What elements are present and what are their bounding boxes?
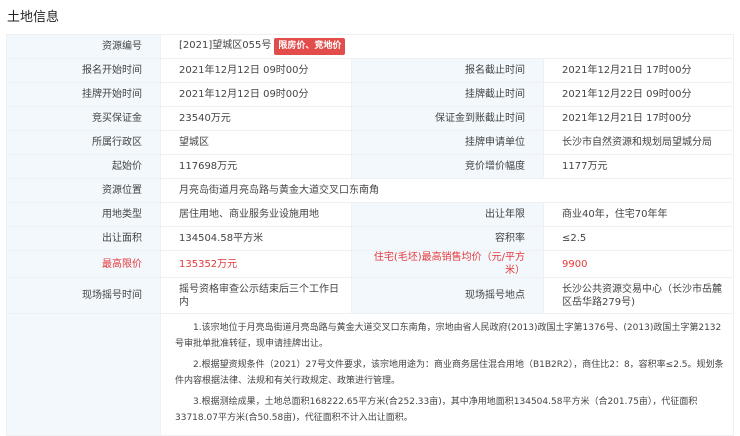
field-label: 出让年限 (351, 202, 544, 227)
field-value: 23540万元 (160, 106, 352, 131)
field-label: 容积率 (351, 226, 544, 251)
table-row: 竞买保证金 23540万元 保证金到账截止时间 2021年12月21日 17时00分 (6, 106, 734, 131)
status-badge: 限房价、竞地价 (274, 38, 346, 55)
table-row: 最高限价 135352万元 住宅(毛坯)最高销售均价（元/平方米） 9900 (6, 250, 734, 278)
field-label: 资源编号 (6, 34, 161, 59)
field-label: 资源位置 (6, 178, 161, 203)
field-value: 望城区 (160, 130, 352, 155)
field-label: 竞买保证金 (6, 106, 161, 131)
note-paragraph: 2.根据望资规条件（2021）27号文件要求，该宗地用途为：商业商务居住混合用地… (175, 360, 724, 386)
field-label: 挂牌截止时间 (351, 82, 544, 107)
field-value: 长沙市自然资源和规划局望城分局 (543, 130, 734, 155)
field-label: 最高限价 (6, 250, 161, 278)
field-value: 月亮岛街道月亮岛路与黄金大道交叉口东南角 (160, 178, 734, 203)
section-title: 土地信息 (7, 10, 60, 25)
notes-row: 1.该宗地位于月亮岛街道月亮岛路与黄金大道交叉口东南角，宗地由省人民政府(201… (6, 313, 734, 436)
field-value: 2021年12月22日 09时00分 (543, 82, 734, 107)
field-value: 居住用地、商业服务业设施用地 (160, 202, 352, 227)
note-paragraph: 3.根据测绘成果，土地总面积168222.65平方米(合252.33亩)，其中净… (175, 397, 698, 423)
field-value: 商业40年，住宅70年年 (543, 202, 734, 227)
field-label: 现场摇号地点 (351, 277, 544, 314)
field-value: 2021年12月21日 17时00分 (543, 106, 734, 131)
field-value: 117698万元 (160, 154, 352, 179)
field-value: 1177万元 (543, 154, 734, 179)
field-label: 出让面积 (6, 226, 161, 251)
table-row: 资源位置 月亮岛街道月亮岛路与黄金大道交叉口东南角 (6, 178, 734, 203)
table-row: 报名开始时间 2021年12月12日 09时00分 报名截止时间 2021年12月21… (6, 58, 734, 83)
table-row: 所属行政区 望城区 挂牌申请单位 长沙市自然资源和规划局望城分局 (6, 130, 734, 155)
field-value: 2021年12月12日 09时00分 (160, 82, 352, 107)
field-label: 报名开始时间 (6, 58, 161, 83)
field-label: 挂牌开始时间 (6, 82, 161, 107)
field-value: 135352万元 (160, 250, 352, 278)
note-paragraph: 1.该宗地位于月亮岛街道月亮岛路与黄金大道交叉口东南角，宗地由省人民政府(201… (175, 323, 722, 349)
field-value: ≤2.5 (543, 226, 734, 251)
field-value: 9900 (543, 250, 734, 278)
field-value: 2021年12月12日 09时00分 (160, 58, 352, 83)
field-label: 报名截止时间 (351, 58, 544, 83)
field-label: 保证金到账截止时间 (351, 106, 544, 131)
resource-no-value: [2021]望城区055号 (179, 40, 272, 51)
field-label: 所属行政区 (6, 130, 161, 155)
table-row: 出让面积 134504.58平方米 容积率 ≤2.5 (6, 226, 734, 251)
table-row: 资源编号 [2021]望城区055号 限房价、竞地价 (6, 34, 734, 59)
field-label: 起始价 (6, 154, 161, 179)
table-row: 起始价 117698万元 竞价增价幅度 1177万元 (6, 154, 734, 179)
field-value: 2021年12月21日 17时00分 (543, 58, 734, 83)
field-value: 摇号资格审查公示结束后三个工作日内 (160, 277, 352, 314)
table-row: 现场摇号时间 摇号资格审查公示结束后三个工作日内 现场摇号地点 长沙公共资源交易中心（… (6, 277, 734, 314)
field-label: 用地类型 (6, 202, 161, 227)
notes: 1.该宗地位于月亮岛街道月亮岛路与黄金大道交叉口东南角，宗地由省人民政府(201… (160, 313, 734, 436)
land-info-table: 资源编号 [2021]望城区055号 限房价、竞地价 报名开始时间 2021年12月… (6, 34, 734, 436)
field-label: 竞价增价幅度 (351, 154, 544, 179)
field-label: 现场摇号时间 (6, 277, 161, 314)
table-row: 用地类型 居住用地、商业服务业设施用地 出让年限 商业40年，住宅70年年 (6, 202, 734, 227)
field-label: 住宅(毛坯)最高销售均价（元/平方米） (351, 250, 544, 278)
field-label: 挂牌申请单位 (351, 130, 544, 155)
field-value: 134504.58平方米 (160, 226, 352, 251)
field-value: 长沙公共资源交易中心（长沙市岳麓区岳华路279号) (543, 277, 734, 314)
table-row: 挂牌开始时间 2021年12月12日 09时00分 挂牌截止时间 2021年12月22… (6, 82, 734, 107)
